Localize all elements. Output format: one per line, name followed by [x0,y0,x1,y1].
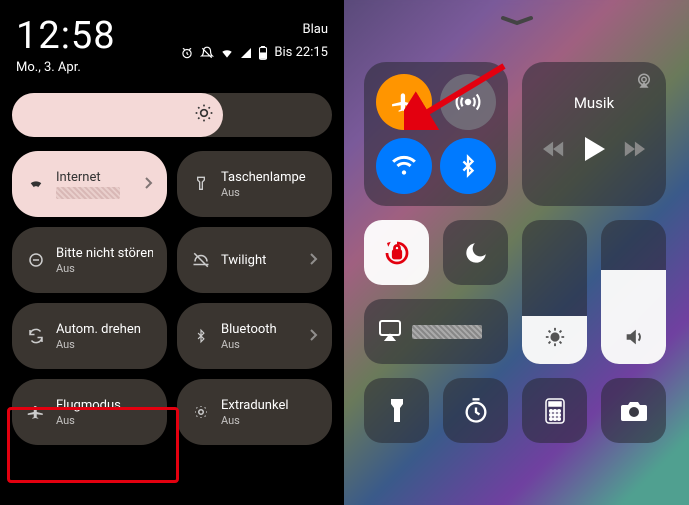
clock[interactable]: 12:58 [16,14,116,58]
tile-title: Bitte nicht stören [56,246,153,261]
tile-sub: Aus [56,338,153,351]
ios-control-center: Musik [344,0,689,505]
twilight-icon [191,250,211,270]
tile-bluetooth[interactable]: BluetoothAus [177,303,332,369]
calculator-button[interactable] [522,378,587,443]
tile-dnd[interactable]: Bitte nicht störenAus [12,227,167,293]
volume-slider[interactable] [601,220,666,364]
tile-title: Twilight [221,253,298,268]
next-track-icon[interactable] [623,140,645,162]
play-icon[interactable] [582,136,606,166]
android-quick-settings: 12:58 Mo., 3. Apr. Blau Bis 22:15 [0,0,344,505]
tile-internet[interactable]: Internet [12,151,167,217]
brightness-icon [544,326,566,352]
wifi-toggle[interactable] [376,138,432,194]
music-card[interactable]: Musik [522,62,666,206]
tile-sub: Aus [221,338,298,351]
status-icons: Bis 22:15 [180,45,328,60]
carrier-label: Blau [303,22,329,37]
signal-icon [240,47,252,59]
dnd-toggle[interactable] [443,220,508,285]
brightness-icon [194,103,214,127]
dnd-icon [200,46,214,60]
tile-flashlight[interactable]: TaschenlampeAus [177,151,332,217]
tile-sub: Aus [56,414,153,427]
tile-title: Autom. drehen [56,322,153,337]
flashlight-icon [191,174,211,194]
camera-button[interactable] [601,378,666,443]
bluetooth-icon [191,326,211,346]
volume-icon [623,326,645,352]
wifi-icon [220,46,234,60]
qs-tiles: Internet TaschenlampeAus Bitte nicht stö… [10,151,334,445]
timer-button[interactable] [443,378,508,443]
brightness-slider[interactable] [12,93,332,137]
brightness-low-icon [191,402,211,422]
tile-sub: Aus [56,262,153,275]
battery-icon [258,46,268,60]
music-label: Musik [534,94,654,112]
tile-airplane[interactable]: FlugmodusAus [12,379,167,445]
screen-mirroring-icon [378,319,402,345]
tile-title: Taschenlampe [221,170,318,185]
tile-twilight[interactable]: Twilight [177,227,332,293]
bluetooth-toggle[interactable] [440,138,496,194]
tile-sub: Aus [221,414,318,427]
blurred-device [412,325,482,339]
tile-title: Bluetooth [221,322,298,337]
rotate-icon [26,326,46,346]
tile-title: Internet [56,170,133,185]
dnd-icon [26,250,46,270]
tile-sub: Aus [221,186,318,199]
orientation-lock-toggle[interactable] [364,220,429,285]
prev-track-icon[interactable] [543,140,565,162]
tile-title: Flugmodus [56,398,153,413]
tile-autorotate[interactable]: Autom. drehenAus [12,303,167,369]
tile-extradark[interactable]: ExtradunkelAus [177,379,332,445]
flashlight-button[interactable] [364,378,429,443]
annotation-arrow [404,60,514,134]
chevron-right-icon [308,327,318,346]
collapse-caret[interactable] [364,14,669,34]
tile-title: Extradunkel [221,398,318,413]
wifi-icon [26,174,46,194]
status-bar: 12:58 Mo., 3. Apr. Blau Bis 22:15 [10,10,334,81]
airplay-icon[interactable] [634,72,654,94]
date[interactable]: Mo., 3. Apr. [16,60,116,75]
alarm-icon [180,46,194,60]
alarm-until: Bis 22:15 [274,45,328,60]
brightness-slider[interactable] [522,220,587,364]
blurred-ssid [56,187,120,199]
chevron-right-icon [308,251,318,270]
airplane-icon [26,402,46,422]
screen-mirroring[interactable] [364,299,508,364]
chevron-right-icon [143,175,153,194]
